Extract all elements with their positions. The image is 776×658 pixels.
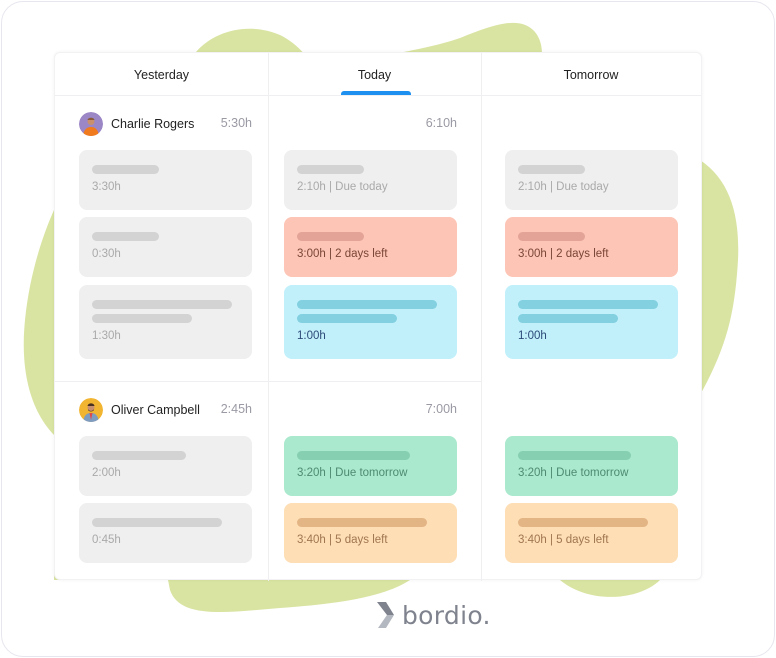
- task-meta: 1:00h: [518, 330, 547, 342]
- tab-tomorrow[interactable]: Tomorrow: [481, 53, 701, 96]
- task-title-placeholder: [297, 314, 397, 323]
- task-title-placeholder: [92, 232, 159, 241]
- task-card[interactable]: 3:20h | Due tomorrow: [505, 436, 678, 496]
- task-meta: 3:40h | 5 days left: [297, 534, 388, 546]
- task-card[interactable]: 0:45h: [79, 503, 252, 563]
- person-charlie-rogers[interactable]: Charlie Rogers: [79, 112, 194, 136]
- task-title-placeholder: [92, 518, 222, 527]
- task-card[interactable]: 3:00h | 2 days left: [284, 217, 457, 277]
- task-meta: 3:20h | Due tomorrow: [518, 467, 629, 479]
- tab-yesterday[interactable]: Yesterday: [55, 53, 268, 96]
- task-meta: 2:10h | Due today: [518, 181, 609, 193]
- task-title-placeholder: [297, 451, 410, 460]
- avatar-oliver-icon: [79, 398, 103, 422]
- avatar-charlie-icon: [79, 112, 103, 136]
- active-tab-indicator: [341, 91, 411, 95]
- task-card[interactable]: 3:30h: [79, 150, 252, 210]
- task-card[interactable]: 1:00h: [505, 285, 678, 359]
- bordio-chevron-icon: [377, 602, 394, 628]
- task-meta: 2:10h | Due today: [297, 181, 388, 193]
- avatar: [79, 112, 103, 136]
- task-card[interactable]: 1:30h: [79, 285, 252, 359]
- yesterday-hours: 2:45h: [220, 402, 252, 416]
- yesterday-hours: 5:30h: [220, 116, 252, 130]
- task-meta: 1:00h: [297, 330, 326, 342]
- task-card[interactable]: 0:30h: [79, 217, 252, 277]
- task-card[interactable]: 3:40h | 5 days left: [284, 503, 457, 563]
- task-meta: 2:00h: [92, 467, 121, 479]
- task-card[interactable]: 3:20h | Due tomorrow: [284, 436, 457, 496]
- task-meta: 3:00h | 2 days left: [518, 248, 609, 260]
- task-title-placeholder: [92, 314, 192, 323]
- task-meta: 0:45h: [92, 534, 121, 546]
- task-meta: 3:20h | Due tomorrow: [297, 467, 408, 479]
- task-title-placeholder: [518, 300, 658, 309]
- person-name: Charlie Rogers: [111, 117, 195, 131]
- task-card[interactable]: 3:00h | 2 days left: [505, 217, 678, 277]
- task-title-placeholder: [518, 451, 631, 460]
- brand-name: bordio.: [402, 600, 491, 630]
- person-oliver-campbell[interactable]: Oliver Campbell: [79, 398, 200, 422]
- task-card[interactable]: 2:10h | Due today: [284, 150, 457, 210]
- task-title-placeholder: [518, 518, 648, 527]
- person-divider: [55, 381, 481, 382]
- column-divider: [268, 53, 269, 581]
- task-card[interactable]: 2:00h: [79, 436, 252, 496]
- task-meta: 1:30h: [92, 330, 121, 342]
- task-card[interactable]: 3:40h | 5 days left: [505, 503, 678, 563]
- task-title-placeholder: [518, 314, 618, 323]
- task-title-placeholder: [518, 232, 585, 241]
- task-title-placeholder: [518, 165, 585, 174]
- task-title-placeholder: [297, 165, 364, 174]
- task-title-placeholder: [92, 300, 232, 309]
- schedule-board: Yesterday Today Tomorrow Charlie Rogers …: [54, 52, 702, 581]
- task-title-placeholder: [297, 300, 437, 309]
- task-meta: 3:40h | 5 days left: [518, 534, 609, 546]
- tab-today[interactable]: Today: [268, 53, 481, 96]
- person-name: Oliver Campbell: [111, 403, 200, 417]
- task-card[interactable]: 1:00h: [284, 285, 457, 359]
- task-meta: 0:30h: [92, 248, 121, 260]
- today-hours: 7:00h: [425, 402, 457, 416]
- task-title-placeholder: [297, 518, 427, 527]
- task-title-placeholder: [297, 232, 364, 241]
- task-title-placeholder: [92, 451, 186, 460]
- today-hours: 6:10h: [425, 116, 457, 130]
- bordio-logo: bordio.: [374, 600, 491, 630]
- task-card[interactable]: 2:10h | Due today: [505, 150, 678, 210]
- task-title-placeholder: [92, 165, 159, 174]
- column-divider: [481, 53, 482, 581]
- task-meta: 3:00h | 2 days left: [297, 248, 388, 260]
- avatar: [79, 398, 103, 422]
- task-meta: 3:30h: [92, 181, 121, 193]
